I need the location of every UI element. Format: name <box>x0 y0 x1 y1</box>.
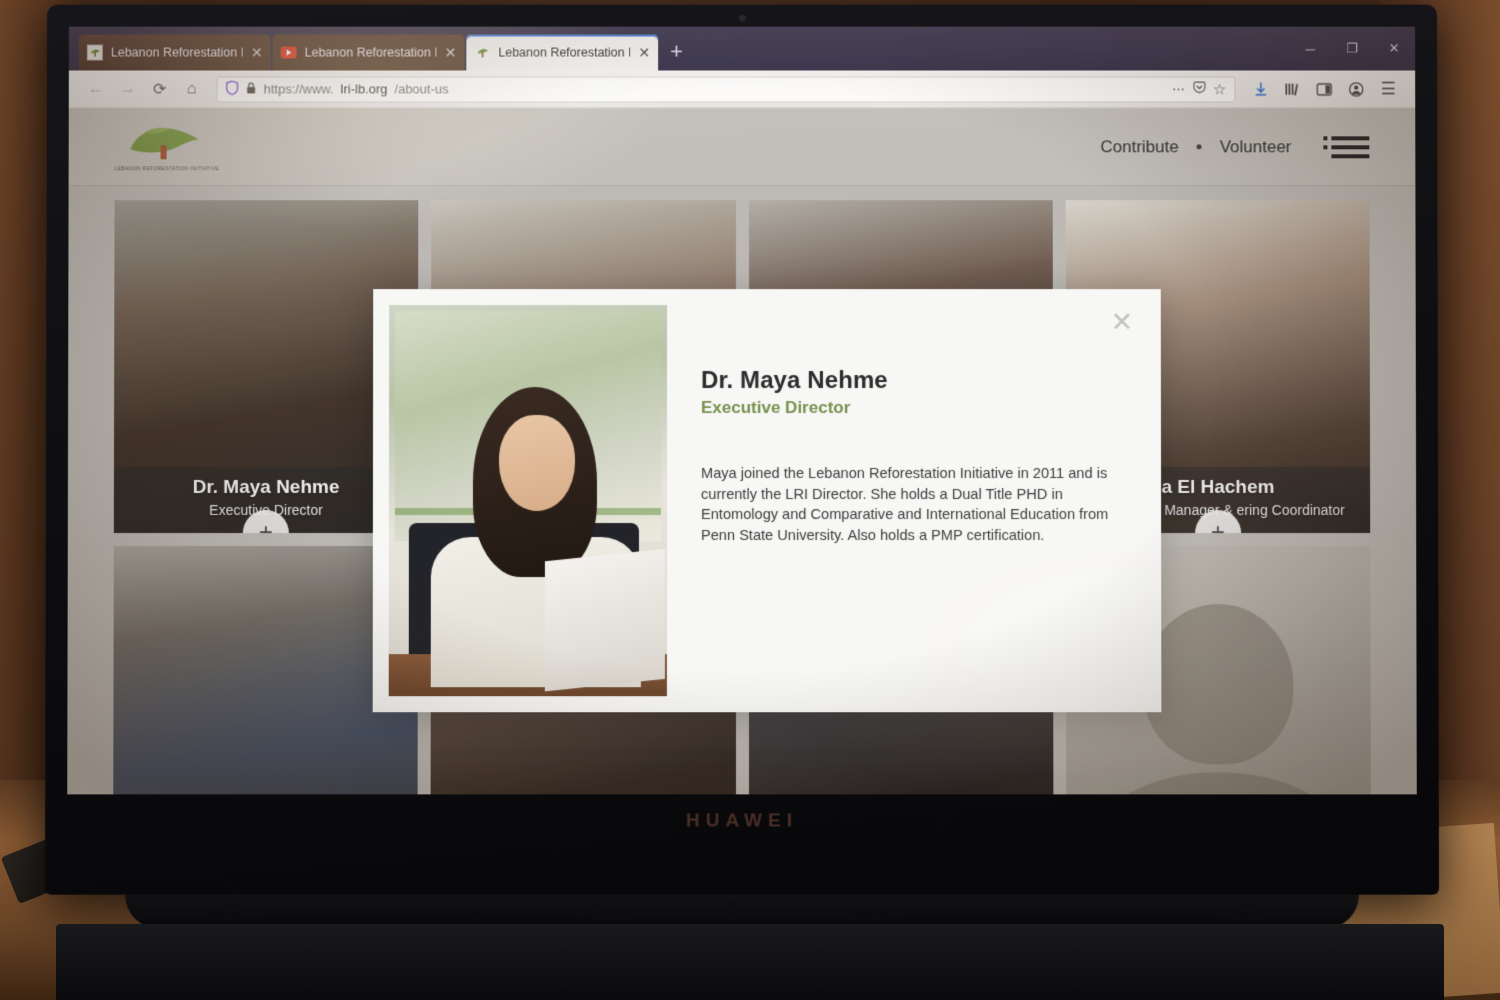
minimize-button[interactable]: ─ <box>1289 27 1331 71</box>
address-bar[interactable]: https://www. lri-lb.org/about-us ⋯ ☆ <box>216 75 1236 102</box>
web-page-content: LEBANON REFORESTATION INITIATIVE Contrib… <box>67 108 1417 795</box>
new-tab-button[interactable]: + <box>658 39 695 71</box>
modal-body: Dr. Maya Nehme Executive Director Maya j… <box>667 289 1161 712</box>
shield-icon[interactable] <box>226 80 239 98</box>
laptop-base <box>56 924 1444 1000</box>
browser-tab-2[interactable]: Lebanon Reforestation Initiativ ✕ <box>272 34 465 71</box>
tab-title: Lebanon Reforestation Initiativ <box>304 45 437 60</box>
maximize-button[interactable]: ❐ <box>1331 27 1373 71</box>
modal-member-name: Dr. Maya Nehme <box>701 367 888 395</box>
webcam-icon <box>739 14 746 22</box>
account-icon[interactable] <box>1341 75 1371 103</box>
back-button[interactable]: ← <box>81 75 111 103</box>
youtube-icon <box>280 45 297 61</box>
forward-button[interactable]: → <box>113 75 143 103</box>
browser-toolbar-right: ☰ <box>1245 75 1403 103</box>
url-domain: lri-lb.org <box>340 81 388 97</box>
tab-close-icon[interactable]: ✕ <box>638 44 650 61</box>
tab-title: Lebanon Reforestation Initiativ <box>498 45 631 60</box>
pocket-icon[interactable] <box>1192 80 1206 97</box>
tab-close-icon[interactable]: ✕ <box>251 44 263 61</box>
page-actions-icon[interactable]: ⋯ <box>1172 81 1185 97</box>
close-window-button[interactable]: ✕ <box>1373 27 1415 71</box>
tab-close-icon[interactable]: ✕ <box>445 44 457 61</box>
browser-tab-3-active[interactable]: Lebanon Reforestation Initiativ ✕ <box>466 34 659 71</box>
modal-member-bio: Maya joined the Lebanon Reforestation In… <box>700 466 1109 545</box>
laptop-device: Lebanon Reforestation Initiativ ✕ Lebano… <box>44 4 1440 929</box>
browser-titlebar: Lebanon Reforestation Initiativ ✕ Lebano… <box>68 26 1416 71</box>
window-controls: ─ ❐ ✕ <box>1289 27 1415 71</box>
library-icon[interactable] <box>1277 75 1307 103</box>
close-icon[interactable]: ✕ <box>1107 307 1137 337</box>
app-menu-icon[interactable]: ☰ <box>1373 75 1403 103</box>
url-path: /about-us <box>394 81 449 97</box>
modal-member-role: Executive Director <box>701 398 851 418</box>
tree-icon <box>474 45 490 61</box>
downloads-icon[interactable] <box>1245 75 1275 103</box>
browser-navbar: ← → ⟳ ⌂ https://www. lri-lb.org /about-u… <box>68 70 1416 109</box>
bookmark-star-icon[interactable]: ☆ <box>1213 80 1226 98</box>
reload-button[interactable]: ⟳ <box>145 75 175 103</box>
lock-icon <box>246 81 257 97</box>
browser-tab-1[interactable]: Lebanon Reforestation Initiativ ✕ <box>78 34 271 71</box>
tree-icon <box>86 44 103 61</box>
laptop-screen: Lebanon Reforestation Initiativ ✕ Lebano… <box>67 26 1417 795</box>
home-button[interactable]: ⌂ <box>177 75 207 103</box>
tab-strip: Lebanon Reforestation Initiativ ✕ Lebano… <box>69 27 695 71</box>
member-portrait-photo <box>388 305 668 697</box>
team-member-modal: ✕ Dr. Maya Nehme Executive Director Maya… <box>372 289 1162 713</box>
sidebar-icon[interactable] <box>1309 75 1339 103</box>
photo-scene: Lebanon Reforestation Initiativ ✕ Lebano… <box>0 0 1500 1000</box>
laptop-brand-label: HUAWEI <box>685 810 799 832</box>
tab-title: Lebanon Reforestation Initiativ <box>110 45 243 60</box>
url-scheme: https://www. <box>263 81 334 97</box>
